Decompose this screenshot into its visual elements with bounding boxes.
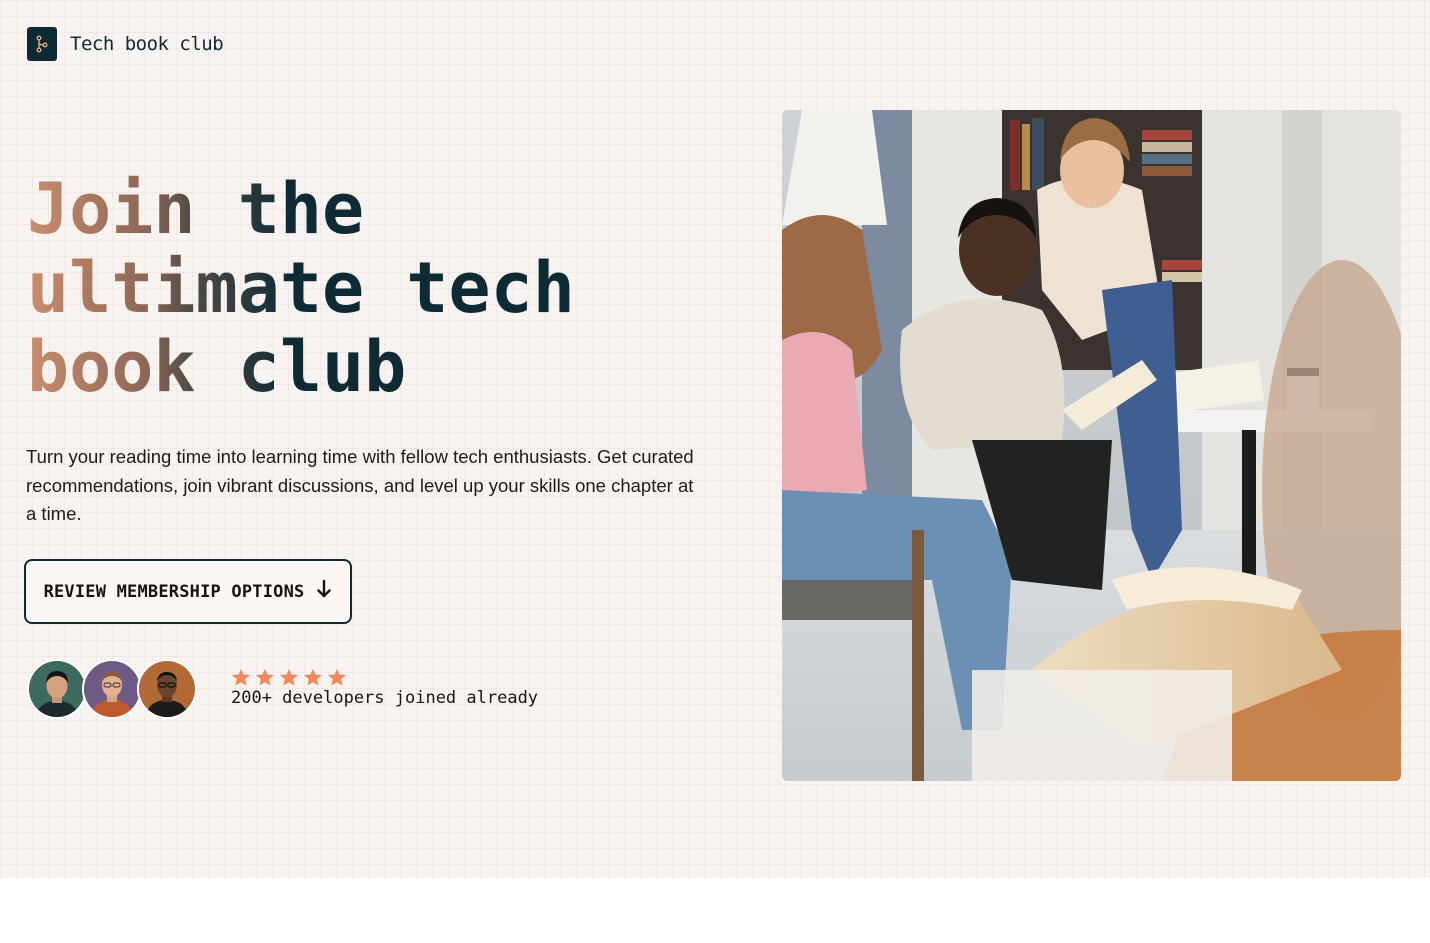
git-branch-icon [27,27,57,61]
star-icon [304,668,322,686]
headline-line: ultimate tech [27,247,575,329]
avatar [137,659,197,719]
star-icon [280,668,298,686]
arrow-down-icon [316,579,332,604]
review-membership-button[interactable]: REVIEW MEMBERSHIP OPTIONS [24,559,352,624]
site-logo[interactable]: Tech book club [27,27,224,61]
rating-stars [231,668,538,686]
hero-headline: Join the ultimate tech book club [27,170,575,407]
star-icon [256,668,274,686]
hero-section: Tech book club Join the ultimate tech bo… [0,0,1430,878]
brand-name: Tech book club [70,33,224,55]
headline-line: book club [27,326,407,408]
avatar [27,659,87,719]
book-club-photo [782,110,1401,781]
members-count-text: 200+ developers joined already [231,688,539,708]
star-icon [232,668,250,686]
avatar [82,659,142,719]
hero-description: Turn your reading time into learning tim… [26,446,694,524]
star-icon [328,668,346,686]
cta-label: REVIEW MEMBERSHIP OPTIONS [43,581,305,602]
headline-line: Join the [27,168,365,250]
social-proof: 200+ developers joined already [231,668,538,708]
